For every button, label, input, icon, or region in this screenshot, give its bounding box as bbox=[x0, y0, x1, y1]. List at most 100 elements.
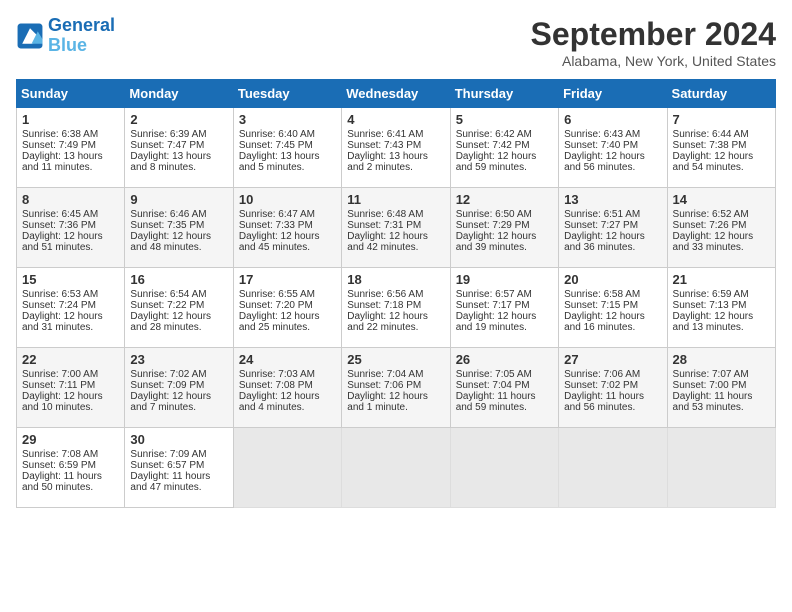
title-block: September 2024 Alabama, New York, United… bbox=[531, 16, 776, 69]
daylight-text: Daylight: 12 hours and 31 minutes. bbox=[22, 311, 103, 333]
sunrise-text: Sunrise: 6:48 AM bbox=[347, 209, 423, 220]
sunrise-text: Sunrise: 6:50 AM bbox=[456, 209, 532, 220]
calendar-cell: 4Sunrise: 6:41 AMSunset: 7:43 PMDaylight… bbox=[342, 108, 450, 188]
sunset-text: Sunset: 7:22 PM bbox=[130, 300, 204, 311]
day-number: 23 bbox=[130, 352, 227, 367]
daylight-text: Daylight: 12 hours and 39 minutes. bbox=[456, 231, 537, 253]
sunset-text: Sunset: 7:18 PM bbox=[347, 300, 421, 311]
calendar-cell: 6Sunrise: 6:43 AMSunset: 7:40 PMDaylight… bbox=[559, 108, 667, 188]
calendar-cell: 28 Sunrise: 7:07 AMSunset: 7:00 PMDayligh… bbox=[667, 348, 775, 428]
calendar-cell: 21Sunrise: 6:59 AMSunset: 7:13 PMDayligh… bbox=[667, 268, 775, 348]
calendar-cell: 18Sunrise: 6:56 AMSunset: 7:18 PMDayligh… bbox=[342, 268, 450, 348]
daylight-text: Daylight: 12 hours and 51 minutes. bbox=[22, 231, 103, 253]
sunset-text: Sunset: 7:27 PM bbox=[564, 220, 638, 231]
sunset-text: Sunset: 7:42 PM bbox=[456, 140, 530, 151]
calendar-cell: 16Sunrise: 6:54 AMSunset: 7:22 PMDayligh… bbox=[125, 268, 233, 348]
sunrise-text: Sunrise: 6:56 AM bbox=[347, 289, 423, 300]
daylight-text: Daylight: 12 hours and 45 minutes. bbox=[239, 231, 320, 253]
sunset-text: Sunset: 7:47 PM bbox=[130, 140, 204, 151]
calendar-cell: 15Sunrise: 6:53 AMSunset: 7:24 PMDayligh… bbox=[17, 268, 125, 348]
daylight-text: Daylight: 12 hours and 28 minutes. bbox=[130, 311, 211, 333]
day-number: 20 bbox=[564, 272, 661, 287]
sunset-text: Sunset: 7:15 PM bbox=[564, 300, 638, 311]
daylight-text: Daylight: 11 hours and 53 minutes. bbox=[673, 391, 753, 413]
day-number: 13 bbox=[564, 192, 661, 207]
sunrise-text: Sunrise: 7:05 AM bbox=[456, 369, 532, 380]
logo-text: General Blue bbox=[48, 16, 115, 56]
day-number: 21 bbox=[673, 272, 770, 287]
col-header-sunday: Sunday bbox=[17, 80, 125, 108]
calendar-table: SundayMondayTuesdayWednesdayThursdayFrid… bbox=[16, 79, 776, 508]
sunrise-text: Sunrise: 7:02 AM bbox=[130, 369, 206, 380]
day-number: 4 bbox=[347, 112, 444, 127]
day-number: 5 bbox=[456, 112, 553, 127]
sunset-text: Sunset: 7:17 PM bbox=[456, 300, 530, 311]
sunrise-text: Sunrise: 6:47 AM bbox=[239, 209, 315, 220]
calendar-cell: 10Sunrise: 6:47 AMSunset: 7:33 PMDayligh… bbox=[233, 188, 341, 268]
calendar-cell: 19Sunrise: 6:57 AMSunset: 7:17 PMDayligh… bbox=[450, 268, 558, 348]
sunrise-text: Sunrise: 7:04 AM bbox=[347, 369, 423, 380]
sunrise-text: Sunrise: 6:51 AM bbox=[564, 209, 640, 220]
calendar-cell: 7Sunrise: 6:44 AMSunset: 7:38 PMDaylight… bbox=[667, 108, 775, 188]
sunset-text: Sunset: 7:26 PM bbox=[673, 220, 747, 231]
calendar-cell: 26 Sunrise: 7:05 AMSunset: 7:04 PMDayligh… bbox=[450, 348, 558, 428]
day-number: 15 bbox=[22, 272, 119, 287]
calendar-cell: 11Sunrise: 6:48 AMSunset: 7:31 PMDayligh… bbox=[342, 188, 450, 268]
daylight-text: Daylight: 12 hours and 56 minutes. bbox=[564, 151, 645, 173]
day-number: 30 bbox=[130, 432, 227, 447]
daylight-text: Daylight: 11 hours and 59 minutes. bbox=[456, 391, 536, 413]
day-number: 26 bbox=[456, 352, 553, 367]
sunrise-text: Sunrise: 6:54 AM bbox=[130, 289, 206, 300]
sunrise-text: Sunrise: 6:38 AM bbox=[22, 129, 98, 140]
daylight-text: Daylight: 12 hours and 36 minutes. bbox=[564, 231, 645, 253]
sunset-text: Sunset: 7:24 PM bbox=[22, 300, 96, 311]
calendar-cell: 12Sunrise: 6:50 AMSunset: 7:29 PMDayligh… bbox=[450, 188, 558, 268]
daylight-text: Daylight: 12 hours and 48 minutes. bbox=[130, 231, 211, 253]
sunset-text: Sunset: 7:35 PM bbox=[130, 220, 204, 231]
day-number: 27 bbox=[564, 352, 661, 367]
sunset-text: Sunset: 7:36 PM bbox=[22, 220, 96, 231]
calendar-cell: 3Sunrise: 6:40 AMSunset: 7:45 PMDaylight… bbox=[233, 108, 341, 188]
sunset-text: Sunset: 7:11 PM bbox=[22, 380, 95, 391]
calendar-cell: 27Sunrise: 7:06 AMSunset: 7:02 PMDayligh… bbox=[559, 348, 667, 428]
sunset-text: Sunset: 7:33 PM bbox=[239, 220, 313, 231]
page-header: General Blue September 2024 Alabama, New… bbox=[16, 16, 776, 69]
calendar-cell: 17Sunrise: 6:55 AMSunset: 7:20 PMDayligh… bbox=[233, 268, 341, 348]
sunrise-text: Sunrise: 6:42 AM bbox=[456, 129, 532, 140]
calendar-cell: 30Sunrise: 7:09 AMSunset: 6:57 PMDayligh… bbox=[125, 428, 233, 508]
daylight-text: Daylight: 12 hours and 33 minutes. bbox=[673, 231, 754, 253]
calendar-title: September 2024 bbox=[531, 16, 776, 53]
sunrise-text: Sunrise: 7:00 AM bbox=[22, 369, 98, 380]
daylight-text: Daylight: 12 hours and 7 minutes. bbox=[130, 391, 211, 413]
sunset-text: Sunset: 7:13 PM bbox=[673, 300, 747, 311]
sunrise-text: Sunrise: 6:41 AM bbox=[347, 129, 423, 140]
calendar-cell: 1Sunrise: 6:38 AMSunset: 7:49 PMDaylight… bbox=[17, 108, 125, 188]
day-number: 17 bbox=[239, 272, 336, 287]
day-number: 12 bbox=[456, 192, 553, 207]
daylight-text: Daylight: 11 hours and 50 minutes. bbox=[22, 471, 102, 493]
col-header-thursday: Thursday bbox=[450, 80, 558, 108]
sunset-text: Sunset: 7:00 PM bbox=[673, 380, 747, 391]
day-number: 6 bbox=[564, 112, 661, 127]
daylight-text: Daylight: 12 hours and 16 minutes. bbox=[564, 311, 645, 333]
week-row-0: 1Sunrise: 6:38 AMSunset: 7:49 PMDaylight… bbox=[17, 108, 776, 188]
daylight-text: Daylight: 12 hours and 59 minutes. bbox=[456, 151, 537, 173]
sunrise-text: Sunrise: 6:57 AM bbox=[456, 289, 532, 300]
daylight-text: Daylight: 12 hours and 10 minutes. bbox=[22, 391, 103, 413]
week-row-2: 15Sunrise: 6:53 AMSunset: 7:24 PMDayligh… bbox=[17, 268, 776, 348]
day-number: 24 bbox=[239, 352, 336, 367]
sunset-text: Sunset: 7:06 PM bbox=[347, 380, 421, 391]
calendar-cell: 14Sunrise: 6:52 AMSunset: 7:26 PMDayligh… bbox=[667, 188, 775, 268]
day-number: 28 bbox=[673, 352, 770, 367]
sunrise-text: Sunrise: 7:07 AM bbox=[673, 369, 749, 380]
day-number: 9 bbox=[130, 192, 227, 207]
sunset-text: Sunset: 7:04 PM bbox=[456, 380, 530, 391]
logo: General Blue bbox=[16, 16, 115, 56]
day-number: 7 bbox=[673, 112, 770, 127]
daylight-text: Daylight: 11 hours and 47 minutes. bbox=[130, 471, 210, 493]
sunset-text: Sunset: 7:40 PM bbox=[564, 140, 638, 151]
sunrise-text: Sunrise: 6:39 AM bbox=[130, 129, 206, 140]
sunrise-text: Sunrise: 6:45 AM bbox=[22, 209, 98, 220]
daylight-text: Daylight: 13 hours and 2 minutes. bbox=[347, 151, 428, 173]
daylight-text: Daylight: 12 hours and 4 minutes. bbox=[239, 391, 320, 413]
